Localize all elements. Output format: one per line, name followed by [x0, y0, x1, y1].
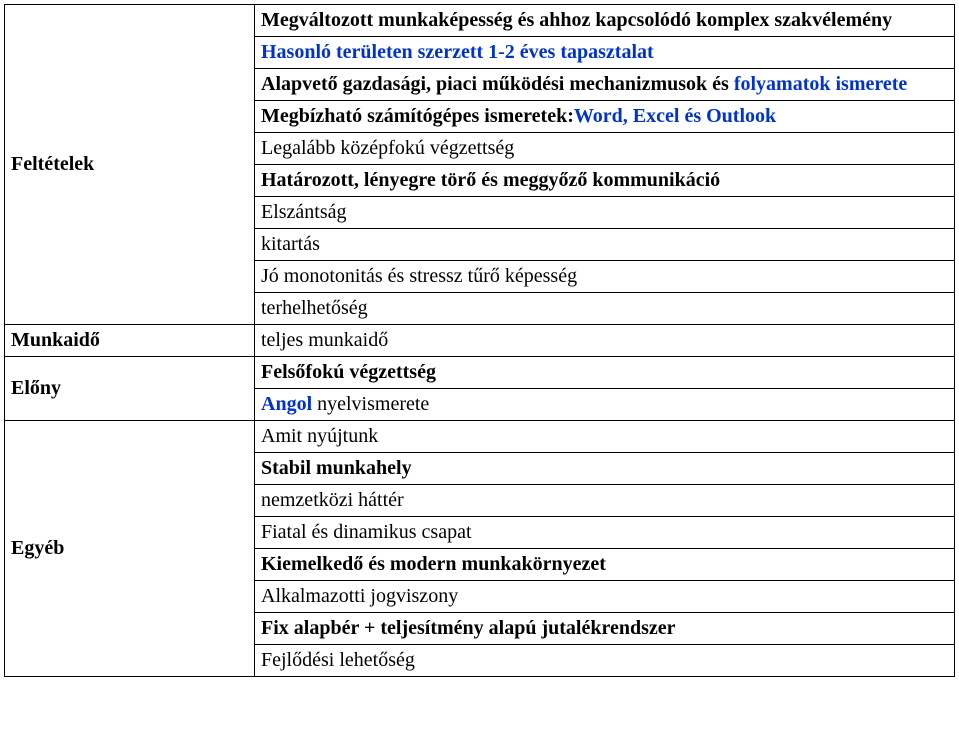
label-munkaido: Munkaidő — [5, 325, 255, 357]
label-elony: Előny — [5, 357, 255, 421]
text-part: Angol — [261, 393, 312, 415]
cell-egyeb-5: Kiemelkedő és modern munkakörnyezet — [255, 549, 955, 581]
text-part: Megbízható számítógépes ismeretek: — [261, 105, 574, 127]
cell-egyeb-8: Fejlődési lehetőség — [255, 645, 955, 677]
label-feltetelek: Feltételek — [5, 5, 255, 325]
cell-feltetelek-8: kitartás — [255, 229, 955, 261]
cell-elony-1: Felsőfokú végzettség — [255, 357, 955, 389]
cell-elony-2: Angol nyelvismerete — [255, 389, 955, 421]
cell-feltetelek-3: Alapvető gazdasági, piaci működési mecha… — [255, 69, 955, 101]
cell-egyeb-7: Fix alapbér + teljesítmény alapú jutalék… — [255, 613, 955, 645]
cell-feltetelek-7: Elszántság — [255, 197, 955, 229]
label-egyeb: Egyéb — [5, 421, 255, 677]
cell-feltetelek-1: Megváltozott munkaképesség és ahhoz kapc… — [255, 5, 955, 37]
cell-feltetelek-4: Megbízható számítógépes ismeretek:Word, … — [255, 101, 955, 133]
cell-feltetelek-9: Jó monotonitás és stressz tűrő képesség — [255, 261, 955, 293]
job-posting-table: Feltételek Megváltozott munkaképesség és… — [4, 4, 955, 677]
text-part: nyelvismerete — [312, 393, 429, 415]
text-part: Word, Excel és Outlook — [574, 105, 776, 127]
cell-egyeb-2: Stabil munkahely — [255, 453, 955, 485]
cell-munkaido-1: teljes munkaidő — [255, 325, 955, 357]
cell-egyeb-6: Alkalmazotti jogviszony — [255, 581, 955, 613]
cell-feltetelek-10: terhelhetőség — [255, 293, 955, 325]
cell-egyeb-3: nemzetközi háttér — [255, 485, 955, 517]
text-part: Alapvető gazdasági, piaci működési mecha… — [261, 73, 734, 95]
cell-egyeb-1: Amit nyújtunk — [255, 421, 955, 453]
cell-feltetelek-6: Határozott, lényegre törő és meggyőző ko… — [255, 165, 955, 197]
cell-feltetelek-2: Hasonló területen szerzett 1-2 éves tapa… — [255, 37, 955, 69]
text-part: folyamatok ismerete — [734, 73, 907, 95]
cell-feltetelek-5: Legalább középfokú végzettség — [255, 133, 955, 165]
cell-egyeb-4: Fiatal és dinamikus csapat — [255, 517, 955, 549]
